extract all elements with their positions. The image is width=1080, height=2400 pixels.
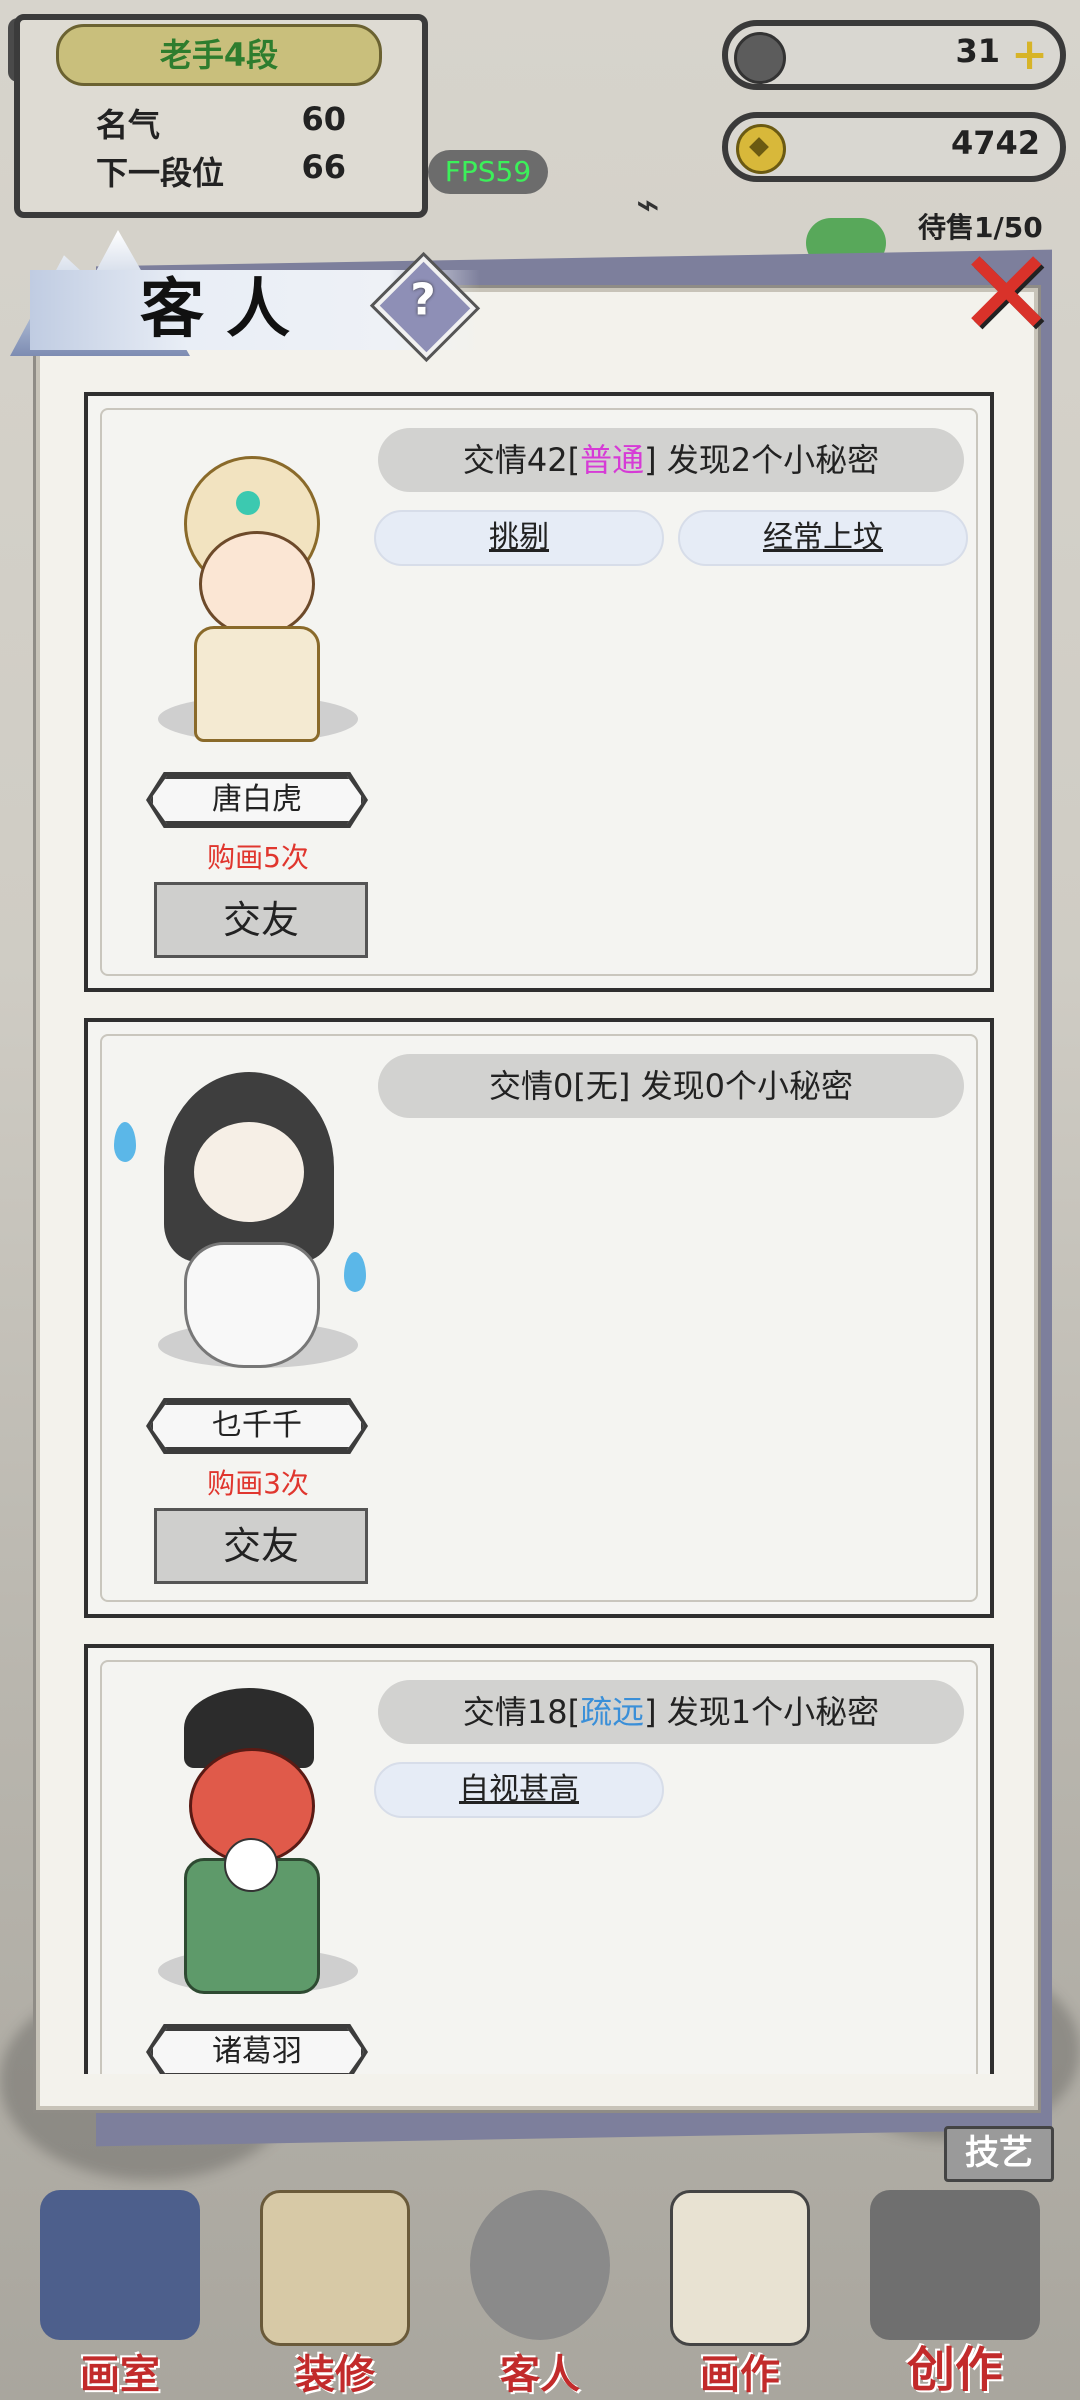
relationship-suffix: ] 发现2个小秘密: [644, 441, 880, 479]
feather-fan-icon: [224, 1838, 278, 1892]
relationship-banner: 交情0[无] 发现0个小秘密: [378, 1054, 964, 1118]
trait-tag[interactable]: 挑剔: [374, 510, 664, 566]
trait-tag[interactable]: 经常上坟: [678, 510, 968, 566]
guest-name: 诸葛羽: [150, 2028, 364, 2074]
nav-decor[interactable]: 装修: [240, 2170, 430, 2400]
guest-name: 唐白虎: [150, 776, 364, 824]
fps-counter: FPS59: [428, 150, 548, 194]
relationship-suffix: ] 发现1个小秘密: [644, 1693, 880, 1731]
relationship-level: 普通: [580, 441, 645, 479]
relationship-prefix: 交情18[: [462, 1693, 581, 1731]
jade-icon: [734, 32, 786, 84]
create-icon: [870, 2190, 1040, 2340]
relationship-banner: 交情42[普通] 发现2个小秘密: [378, 428, 964, 492]
guest-name: 乜千千: [150, 1402, 364, 1450]
next-rank-row: 下一段位 66: [96, 148, 346, 194]
jade-gem-icon: [236, 491, 260, 515]
coin-currency-bar: 4742: [722, 112, 1066, 182]
next-rank-label: 下一段位: [96, 154, 225, 192]
bird-icon: ⌁: [636, 182, 661, 228]
painting-icon: [670, 2190, 810, 2346]
purchase-count: 购画5次: [207, 841, 309, 874]
befriend-button[interactable]: 交友: [154, 882, 368, 958]
guest-avatar: [114, 1062, 366, 1368]
help-icon: ?: [410, 274, 436, 326]
guest-avatar: [144, 436, 344, 742]
relationship-prefix: 交情0[: [489, 1067, 586, 1105]
nav-label: 画作: [700, 2352, 780, 2398]
relationship-suffix: ] 发现0个小秘密: [617, 1067, 853, 1105]
relationship-prefix: 交情42[: [462, 441, 581, 479]
studio-icon: [40, 2190, 200, 2340]
nav-label: 装修: [295, 2352, 375, 2398]
bottom-nav: 画室 装修 客人 画作 创作: [0, 2130, 1080, 2400]
nav-studio[interactable]: 画室: [20, 2170, 220, 2400]
nav-label: 画室: [80, 2352, 160, 2398]
guest-card: 诸葛羽 交情18[疏远] 发现1个小秘密 自视甚高: [84, 1644, 994, 2074]
coin-icon: [736, 124, 786, 174]
robe-icon: [194, 626, 320, 742]
nav-label: 创作: [906, 2342, 1003, 2398]
guest-icon: [470, 2190, 610, 2340]
spirit-flame-icon: [114, 1122, 136, 1162]
fame-row: 名气 60: [96, 100, 346, 146]
face-icon: [199, 531, 315, 637]
relationship-level: 无: [585, 1067, 618, 1105]
purchase-count: 购画3次: [207, 1467, 309, 1500]
ghost-body-icon: [184, 1242, 320, 1368]
relationship-banner: 交情18[疏远] 发现1个小秘密: [378, 1680, 964, 1744]
befriend-button[interactable]: 交友: [154, 1508, 368, 1584]
guest-card: 唐白虎 购画5次 交友 交情42[普通] 发现2个小秘密 挑剔 经常上坟: [84, 392, 994, 992]
nav-guests[interactable]: 客人: [450, 2170, 630, 2400]
coin-amount: 4742: [950, 124, 1040, 162]
close-icon[interactable]: ✕: [956, 235, 1066, 360]
spirit-flame-icon: [344, 1252, 366, 1292]
fame-value: 60: [301, 100, 346, 138]
guest-card: 乜千千 购画3次 交友 交情0[无] 发现0个小秘密: [84, 1018, 994, 1618]
decor-icon: [260, 2190, 410, 2346]
panel-title: 客人: [140, 273, 312, 347]
face-icon: [194, 1122, 304, 1222]
trait-tag[interactable]: 自视甚高: [374, 1762, 664, 1818]
add-jade-icon[interactable]: +: [1011, 30, 1048, 80]
jade-currency-bar[interactable]: 31 +: [722, 20, 1066, 90]
relationship-level: 疏远: [580, 1693, 645, 1731]
jade-amount: 31: [955, 32, 1000, 70]
nav-paintings[interactable]: 画作: [650, 2170, 830, 2400]
fame-label: 名气: [96, 106, 161, 144]
next-rank-value: 66: [301, 148, 346, 186]
rank-badge: 老手4段: [56, 24, 382, 86]
nav-label: 客人: [500, 2352, 580, 2398]
guest-avatar: [144, 1688, 344, 1994]
nav-create[interactable]: 创作: [850, 2170, 1060, 2400]
